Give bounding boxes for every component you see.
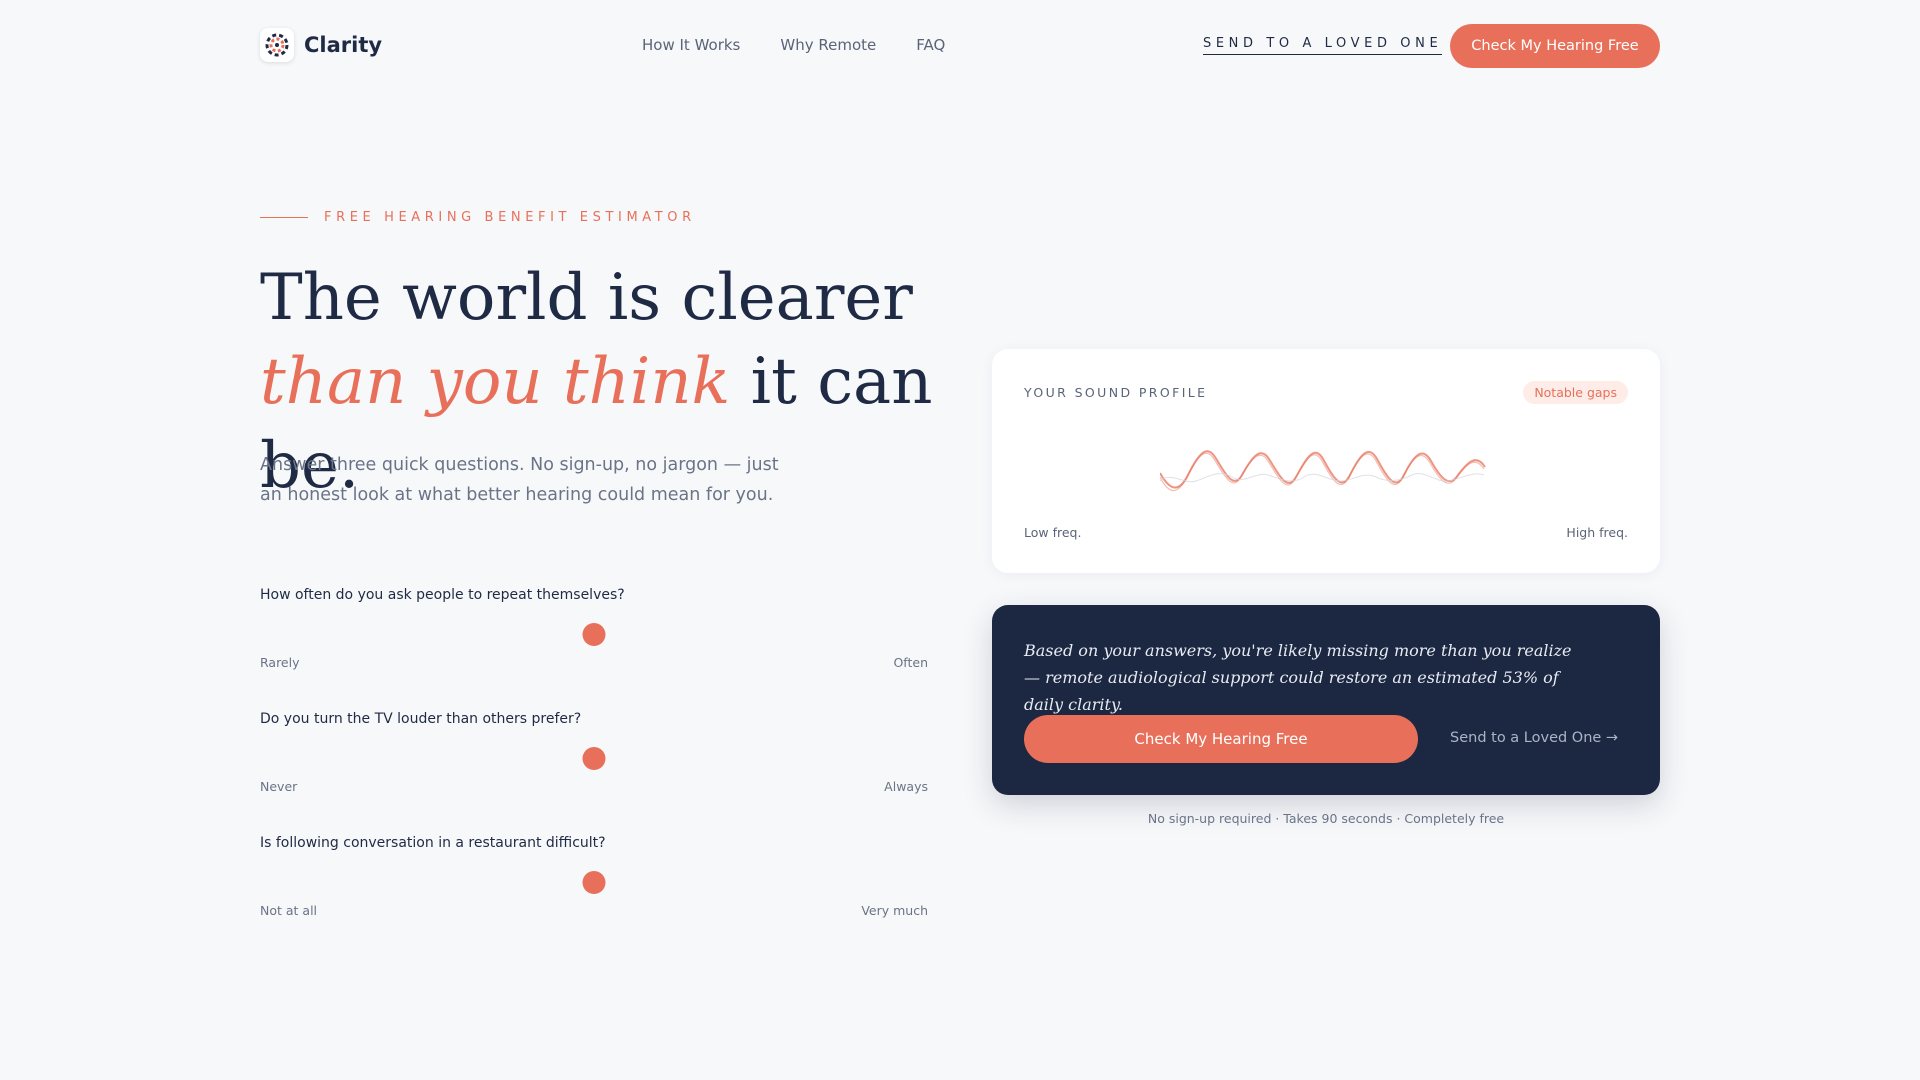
low-frequency-label: Low freq. bbox=[1024, 525, 1082, 540]
high-frequency-label: High freq. bbox=[1566, 525, 1628, 540]
question-tv-volume: Do you turn the TV louder than others pr… bbox=[260, 711, 928, 794]
eyebrow-text: FREE HEARING BENEFIT ESTIMATOR bbox=[324, 210, 696, 225]
send-to-loved-one-secondary-link[interactable]: Send to a Loved One → bbox=[1450, 730, 1618, 746]
slider-max-label: Often bbox=[893, 655, 928, 670]
nav-how-it-works[interactable]: How It Works bbox=[642, 36, 740, 54]
sound-wheel-icon bbox=[260, 28, 294, 62]
page: Clarity How It Works Why Remote FAQ SEND… bbox=[0, 0, 1920, 1080]
slider-min-label: Never bbox=[260, 779, 298, 794]
question-label: Is following conversation in a restauran… bbox=[260, 835, 606, 851]
status-badge: Notable gaps bbox=[1523, 381, 1628, 404]
headline-accent: than you think bbox=[260, 345, 731, 419]
waveform-graphic bbox=[1160, 450, 1486, 492]
slider-max-label: Always bbox=[884, 779, 928, 794]
headline-line-1: The world is clearer bbox=[260, 261, 913, 335]
slider-min-label: Not at all bbox=[260, 903, 318, 918]
eyebrow: FREE HEARING BENEFIT ESTIMATOR bbox=[260, 210, 696, 225]
send-to-loved-one-link[interactable]: SEND TO A LOVED ONE bbox=[1203, 36, 1443, 55]
question-restaurant: Is following conversation in a restauran… bbox=[260, 835, 928, 918]
sound-profile-card: YOUR SOUND PROFILE Notable gaps Low freq… bbox=[992, 349, 1660, 573]
main-nav: How It Works Why Remote FAQ bbox=[642, 36, 945, 54]
nav-why-remote[interactable]: Why Remote bbox=[780, 36, 876, 54]
slider-max-label: Very much bbox=[861, 903, 928, 918]
slider-thumb[interactable] bbox=[582, 623, 606, 646]
sound-profile-title: YOUR SOUND PROFILE bbox=[1024, 385, 1208, 400]
nav-faq[interactable]: FAQ bbox=[916, 36, 945, 54]
slider-thumb[interactable] bbox=[582, 871, 606, 894]
hero-subtext: Answer three quick questions. No sign-up… bbox=[260, 455, 779, 505]
logo[interactable]: Clarity bbox=[260, 28, 382, 62]
question-repeat: How often do you ask people to repeat th… bbox=[260, 587, 928, 670]
result-card: Based on your answers, you're likely mis… bbox=[992, 605, 1660, 795]
check-hearing-button[interactable]: Check My Hearing Free bbox=[1024, 715, 1418, 763]
slider-thumb[interactable] bbox=[582, 747, 606, 770]
question-label: Do you turn the TV louder than others pr… bbox=[260, 711, 582, 727]
question-label: How often do you ask people to repeat th… bbox=[260, 587, 625, 603]
slider-track[interactable] bbox=[260, 741, 928, 777]
slider-track[interactable] bbox=[260, 617, 928, 653]
footnote: No sign-up required · Takes 90 seconds ·… bbox=[1147, 811, 1505, 826]
brand-name: Clarity bbox=[304, 33, 383, 57]
check-hearing-header-button[interactable]: Check My Hearing Free bbox=[1450, 24, 1660, 68]
slider-min-label: Rarely bbox=[260, 655, 300, 670]
slider-track[interactable] bbox=[260, 865, 928, 901]
eyebrow-rule bbox=[260, 216, 308, 219]
result-summary: Based on your answers, you're likely mis… bbox=[1024, 641, 1572, 714]
